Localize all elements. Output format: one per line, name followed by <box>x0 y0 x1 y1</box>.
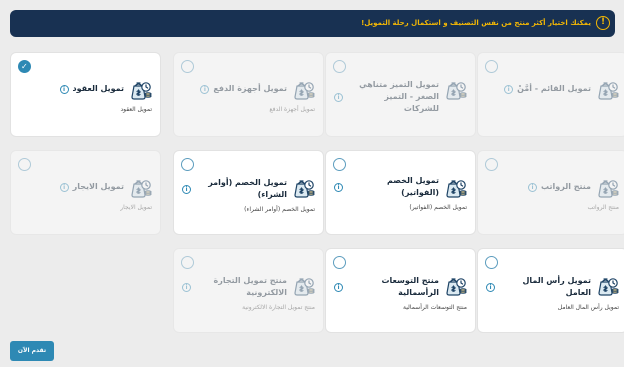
product-title: تمويل الخصم (الفواتير) <box>387 176 439 197</box>
product-title: تمويل العقود <box>72 84 124 93</box>
financing-icon <box>443 77 467 101</box>
product-title: تمويل رأس المال العامل <box>522 276 591 297</box>
product-title: تمويل التميز متناهي الصغر - التميز للشرك… <box>359 80 439 113</box>
financing-icon <box>291 175 315 199</box>
info-icon[interactable]: i <box>334 182 343 192</box>
product-radio[interactable]: ✓ <box>333 256 346 269</box>
info-banner: ! يمكنك اختيار أكثر منتج من نفس التصنيف … <box>10 10 615 37</box>
product-radio[interactable]: ✓ <box>181 158 194 171</box>
product-subtitle: منتج الرواتب <box>587 204 619 211</box>
product-subtitle: تمويل رأس المال العامل <box>557 304 619 311</box>
product-card-excellence-micro[interactable]: ✓ i تمويل التميز متناهي الصغر - التميز لل… <box>325 52 476 137</box>
product-title: تمويل الخصم (أوامر الشراء) <box>208 178 287 199</box>
financing-icon <box>595 175 619 199</box>
product-card-capital-expansion[interactable]: ✓ i منتج التوسعات الرأسمالية منتج التوسعا… <box>325 248 476 333</box>
warning-icon: ! <box>596 16 610 30</box>
product-subtitle: منتج التوسعات الرأسمالية <box>403 304 467 311</box>
product-card-contracts[interactable]: ✓ i تمويل العقود تمويل العقود <box>10 52 161 137</box>
product-card-discount-purchase-orders[interactable]: ✓ i تمويل الخصم (أوامر الشراء) تمويل الخص… <box>173 150 324 235</box>
info-icon[interactable]: i <box>59 182 69 192</box>
product-card-ecommerce[interactable]: ✓ i منتج تمويل التجارة الالكترونية منتج ت… <box>173 248 324 333</box>
product-radio[interactable]: ✓ <box>333 158 346 171</box>
banner-message: يمكنك اختيار أكثر منتج من نفس التصنيف و … <box>361 19 591 27</box>
info-icon[interactable]: i <box>528 182 538 192</box>
financing-icon <box>291 273 315 297</box>
info-icon[interactable]: i <box>334 282 343 292</box>
product-title: منتج الرواتب <box>541 182 591 191</box>
product-title: تمويل الايجار <box>72 182 124 191</box>
product-radio[interactable]: ✓ <box>18 158 31 171</box>
info-icon[interactable]: i <box>486 282 495 292</box>
product-radio[interactable]: ✓ <box>181 60 194 73</box>
financing-icon <box>595 273 619 297</box>
info-icon[interactable]: i <box>200 84 210 94</box>
product-subtitle: تمويل الخصم (أوامر الشراء) <box>244 206 315 213</box>
info-icon[interactable]: i <box>182 282 191 292</box>
submit-button[interactable]: تقدم الآن <box>10 341 54 361</box>
product-title: منتج تمويل التجارة الالكترونية <box>213 276 287 297</box>
product-subtitle: تمويل العقود <box>120 106 152 113</box>
info-icon[interactable]: i <box>334 92 343 102</box>
product-card-salaries[interactable]: ✓ iمنتج الرواتب منتج الرواتب <box>477 150 624 235</box>
product-card-payment-devices[interactable]: ✓ iتمويل أجهزة الدفع تمويل أجهزة الدفع <box>173 52 324 137</box>
product-radio[interactable]: ✓ <box>18 60 31 73</box>
product-card-amen[interactable]: ✓ iتمويل القائم - أمَّنْ <box>477 52 624 137</box>
product-radio[interactable]: ✓ <box>485 158 498 171</box>
product-title: تمويل القائم - أمَّنْ <box>517 84 591 93</box>
product-card-discount-invoices[interactable]: ✓ i تمويل الخصم (الفواتير) تمويل الخصم (ا… <box>325 150 476 235</box>
info-icon[interactable]: i <box>182 184 191 194</box>
product-title: منتج التوسعات الرأسمالية <box>381 276 440 297</box>
product-card-working-capital[interactable]: ✓ i تمويل رأس المال العامل تمويل رأس الما… <box>477 248 624 333</box>
product-radio[interactable]: ✓ <box>485 60 498 73</box>
product-subtitle: تمويل الايجار <box>120 204 152 211</box>
financing-icon <box>595 77 619 101</box>
product-radio[interactable]: ✓ <box>333 60 346 73</box>
financing-icon <box>128 175 152 199</box>
product-radio[interactable]: ✓ <box>485 256 498 269</box>
financing-icon <box>443 273 467 297</box>
info-icon[interactable]: i <box>59 84 69 94</box>
product-radio[interactable]: ✓ <box>181 256 194 269</box>
product-card-leasing[interactable]: ✓ iتمويل الايجار تمويل الايجار <box>10 150 161 235</box>
product-subtitle: تمويل الخصم (الفواتير) <box>409 204 467 211</box>
financing-icon <box>443 175 467 199</box>
product-subtitle: تمويل أجهزة الدفع <box>269 106 315 113</box>
product-subtitle: منتج تمويل التجارة الالكترونية <box>242 304 315 311</box>
product-title: تمويل أجهزة الدفع <box>213 84 287 93</box>
financing-icon <box>128 77 152 101</box>
financing-icon <box>291 77 315 101</box>
info-icon[interactable]: i <box>504 84 514 94</box>
